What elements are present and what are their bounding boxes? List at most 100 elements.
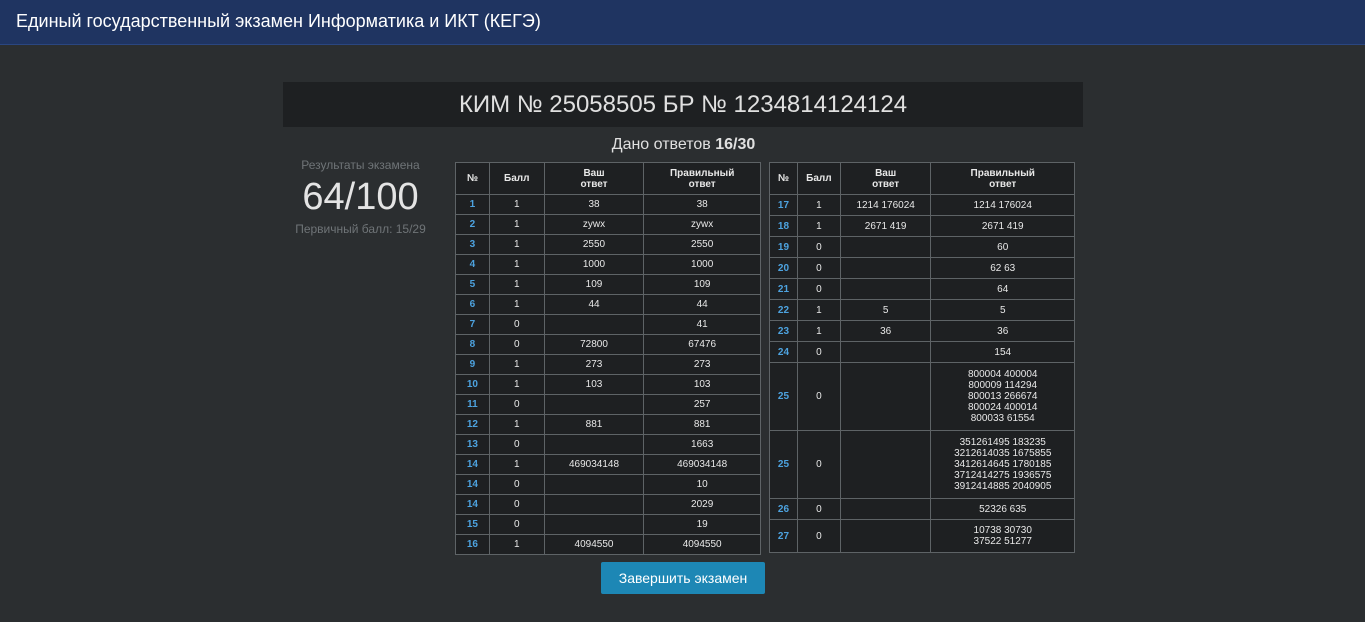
cell-correct-answer: 103 [643,374,761,395]
cell-num: 22 [769,299,798,321]
cell-num: 23 [769,320,798,342]
cell-points: 0 [488,334,545,355]
cell-your-answer: 109 [543,274,645,295]
cell-correct-answer: 67476 [643,334,761,355]
cell-points: 1 [488,354,545,375]
cell-num: 14 [455,454,490,475]
cell-your-answer: 1214 176024 [839,194,932,216]
exam-results: Результаты экзамена 64/100 Первичный бал… [283,158,438,236]
cell-num: 6 [455,294,490,315]
cell-your-answer: 2550 [543,234,645,255]
cell-points: 0 [796,430,841,499]
table-row: 12 1 881 881 [455,414,761,435]
table-row: 6 1 44 44 [455,294,761,315]
cell-points: 0 [796,236,841,258]
cell-correct-answer: 800004 400004 800009 114294 800013 26667… [930,362,1075,431]
cell-correct-answer: 10738 30730 37522 51277 [930,519,1075,553]
cell-points: 1 [796,320,841,342]
col-header-points: Балл [796,162,841,195]
cell-num: 21 [769,278,798,300]
cell-your-answer: 273 [543,354,645,375]
cell-num: 2 [455,214,490,235]
cell-correct-answer: 2671 419 [930,215,1075,237]
cell-points: 1 [796,215,841,237]
cell-your-answer: 1000 [543,254,645,275]
cell-num: 15 [455,514,490,535]
cell-your-answer [543,474,645,495]
cell-points: 1 [488,214,545,235]
cell-correct-answer: 5 [930,299,1075,321]
cell-points: 1 [488,234,545,255]
cell-your-answer: 36 [839,320,932,342]
cell-num: 7 [455,314,490,335]
cell-correct-answer: 41 [643,314,761,335]
cell-points: 0 [796,519,841,553]
cell-your-answer [839,341,932,363]
table-row: 16 1 4094550 4094550 [455,534,761,555]
col-header-your-answer: Ваш ответ [839,162,932,195]
cell-correct-answer: 10 [643,474,761,495]
cell-correct-answer: 36 [930,320,1075,342]
cell-num: 12 [455,414,490,435]
cell-correct-answer: 60 [930,236,1075,258]
cell-correct-answer: 154 [930,341,1075,363]
app-title: Единый государственный экзамен Информати… [16,11,541,31]
finish-exam-button[interactable]: Завершить экзамен [601,562,765,594]
cell-points: 1 [488,534,545,555]
cell-your-answer: 881 [543,414,645,435]
results-label: Результаты экзамена [301,158,420,172]
table-row: 13 0 1663 [455,434,761,455]
cell-num: 9 [455,354,490,375]
cell-points: 0 [488,514,545,535]
cell-your-answer: 2671 419 [839,215,932,237]
col-header-num: № [455,162,490,195]
cell-correct-answer: 52326 635 [930,498,1075,520]
cell-correct-answer: 44 [643,294,761,315]
primary-score: Первичный балл: 15/29 [295,222,426,236]
cell-points: 0 [796,362,841,431]
cell-points: 1 [796,194,841,216]
cell-num: 3 [455,234,490,255]
cell-num: 18 [769,215,798,237]
cell-correct-answer: 881 [643,414,761,435]
cell-your-answer: 72800 [543,334,645,355]
cell-your-answer [839,257,932,279]
table-row: 24 0 154 [769,341,1075,363]
cell-correct-answer: 469034148 [643,454,761,475]
table-row: 5 1 109 109 [455,274,761,295]
table-row: 18 1 2671 419 2671 419 [769,215,1075,237]
cell-num: 5 [455,274,490,295]
table-row: 3 1 2550 2550 [455,234,761,255]
cell-num: 4 [455,254,490,275]
cell-your-answer [839,236,932,258]
cell-points: 1 [796,299,841,321]
cell-your-answer [839,430,932,499]
cell-your-answer: 44 [543,294,645,315]
cell-num: 16 [455,534,490,555]
cell-correct-answer: 64 [930,278,1075,300]
cell-num: 20 [769,257,798,279]
cell-correct-answer: 19 [643,514,761,535]
table-row: 27 0 10738 30730 37522 51277 [769,519,1075,553]
cell-correct-answer: 38 [643,194,761,215]
table-row: 23 1 36 36 [769,320,1075,342]
cell-correct-answer: 273 [643,354,761,375]
cell-points: 1 [488,374,545,395]
table-row: 4 1 1000 1000 [455,254,761,275]
cell-correct-answer: 109 [643,274,761,295]
cell-your-answer: 38 [543,194,645,215]
answers-given: Дано ответов 16/30 [455,136,912,154]
table-row: 10 1 103 103 [455,374,761,395]
cell-points: 0 [796,498,841,520]
cell-num: 14 [455,474,490,495]
col-header-correct-answer: Правильный ответ [643,162,761,195]
cell-points: 0 [488,474,545,495]
table-row: 19 0 60 [769,236,1075,258]
cell-correct-answer: 2550 [643,234,761,255]
cell-your-answer [543,494,645,515]
cell-your-answer [839,278,932,300]
cell-your-answer: 4094550 [543,534,645,555]
cell-points: 1 [488,254,545,275]
top-bar: Единый государственный экзамен Информати… [0,0,1365,45]
col-header-your-answer: Ваш ответ [543,162,645,195]
